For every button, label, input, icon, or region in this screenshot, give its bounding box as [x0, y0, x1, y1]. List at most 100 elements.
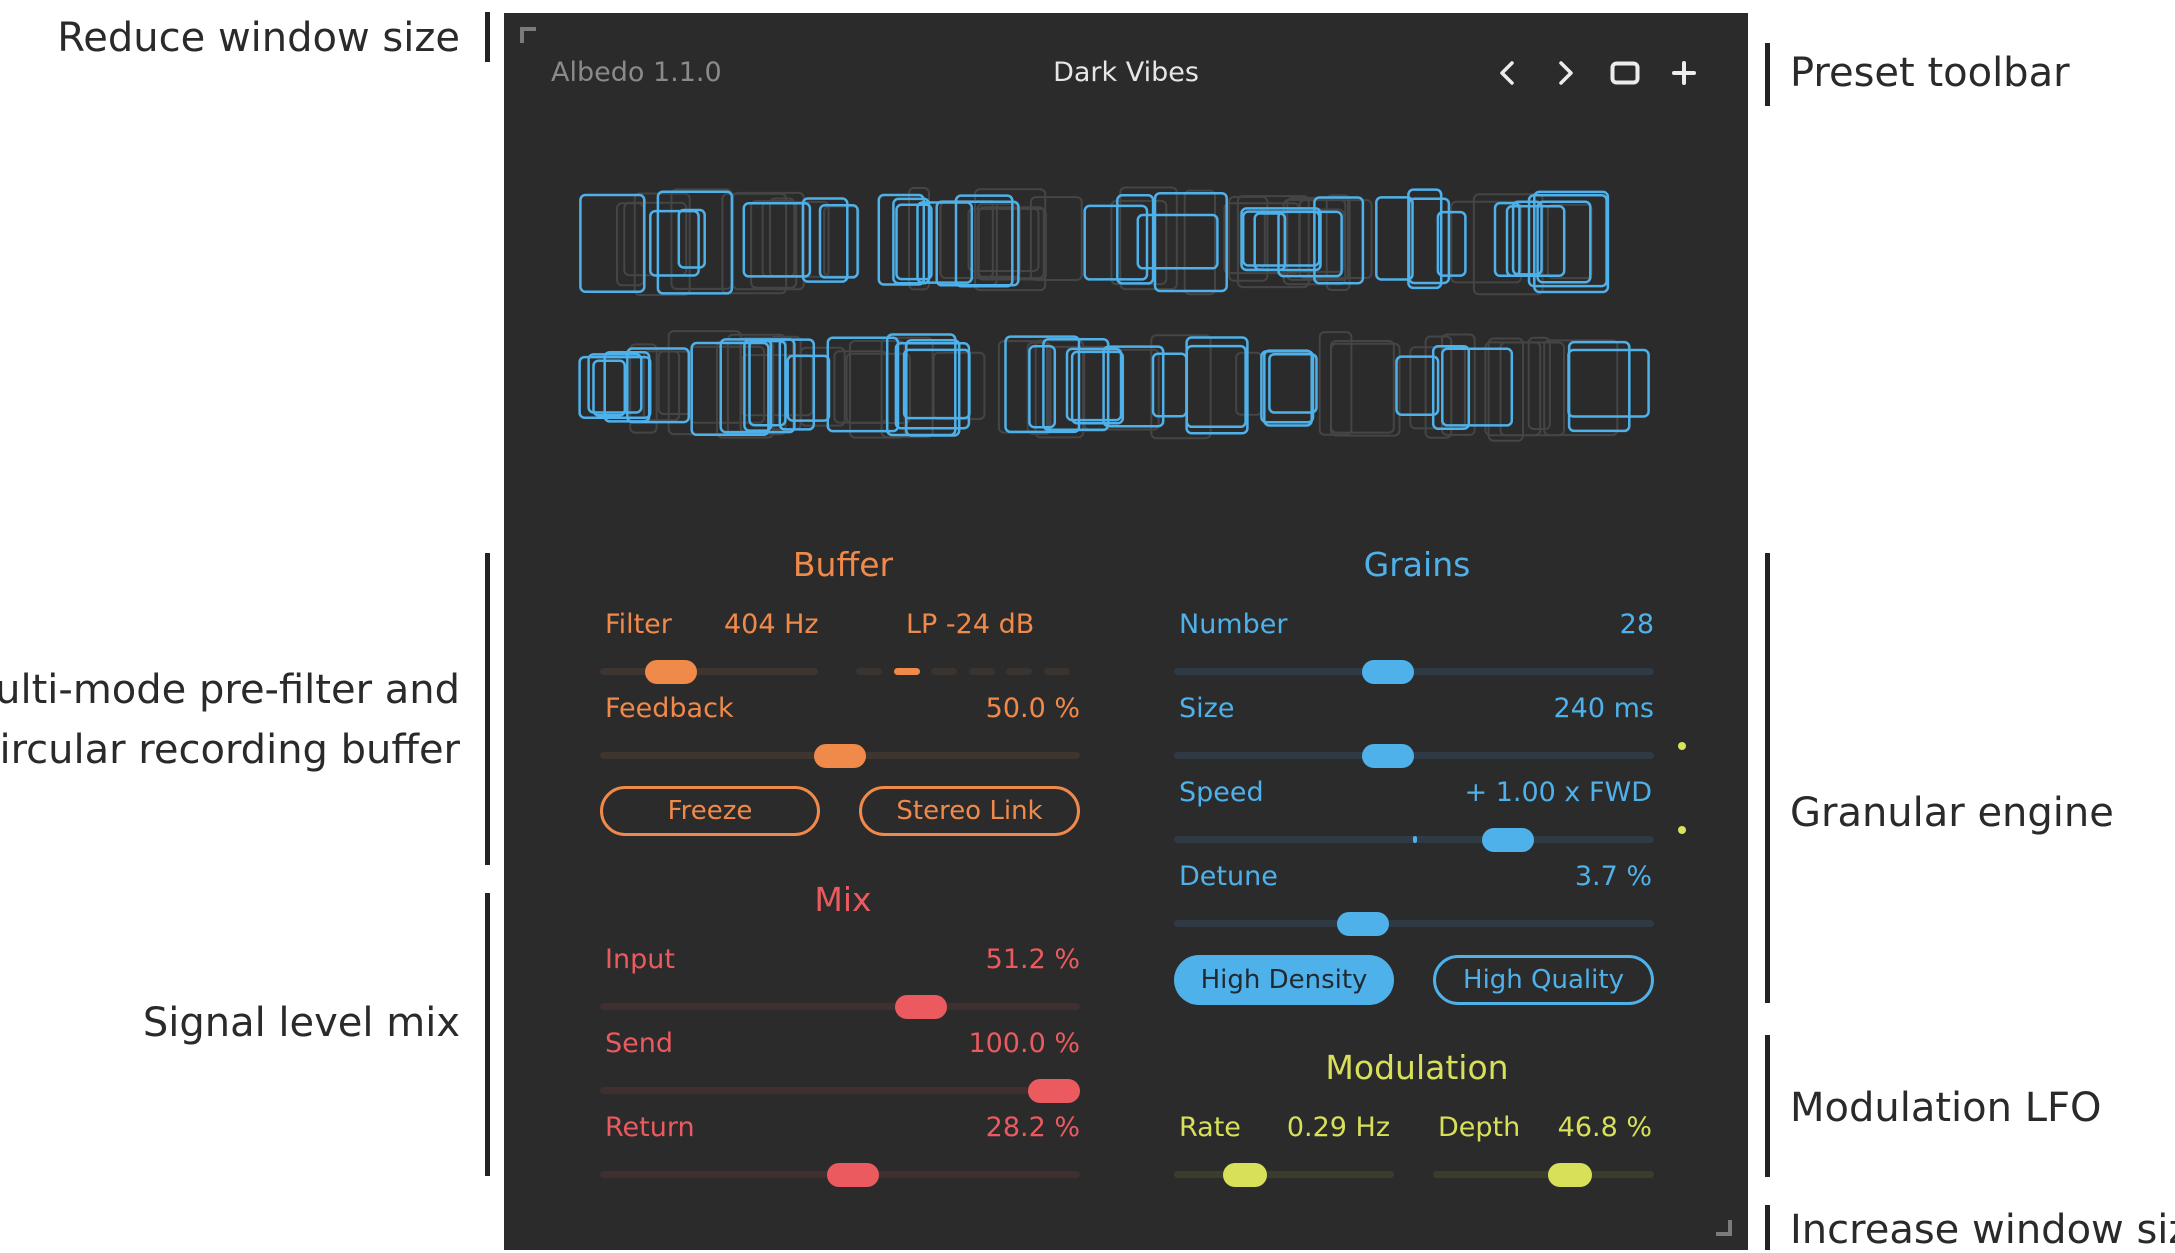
grain-shadow [769, 197, 796, 278]
feedback-label: Feedback [605, 693, 734, 724]
annotation-granular-engine: Granular engine [1790, 790, 2114, 836]
stereo-link-button[interactable]: Stereo Link [859, 786, 1080, 836]
send-label: Send [605, 1028, 674, 1059]
filter-mode-segment[interactable] [968, 668, 995, 675]
grain-shadow [726, 333, 787, 436]
modulation-title: Modulation [1325, 1048, 1509, 1087]
grain-shadow [1546, 203, 1593, 280]
grain-shadow [976, 203, 1021, 278]
filter-mode-segment[interactable] [893, 668, 920, 675]
annotation-increase-window: Increase window size [1790, 1207, 2175, 1253]
grain-shadow [833, 350, 888, 424]
filter-mode-segment[interactable] [1006, 668, 1032, 675]
grain-shadow [1499, 341, 1565, 437]
filter-label: Filter [605, 609, 672, 640]
detune-value: 3.7 % [1574, 861, 1652, 892]
size-modulation-indicator [1678, 742, 1686, 750]
grain-shadow [1330, 342, 1401, 437]
annotation-line-signal-mix [485, 893, 490, 1176]
grain [818, 203, 859, 279]
return-slider-thumb[interactable] [826, 1163, 879, 1187]
rate-slider-track[interactable] [1174, 1171, 1394, 1178]
grain-shadow [750, 200, 798, 289]
filter-slider-thumb[interactable] [644, 660, 697, 684]
send-value: 100.0 % [968, 1028, 1080, 1059]
grain-visualizer [578, 186, 1650, 442]
send-slider-thumb[interactable] [1028, 1079, 1080, 1103]
grain [1185, 336, 1249, 435]
grain-shadow [1183, 189, 1217, 296]
number-value: 28 [1619, 609, 1654, 640]
depth-slider-track[interactable] [1433, 1171, 1654, 1178]
annotation-line-increase [1765, 1205, 1770, 1250]
mix-title: Mix [814, 880, 872, 919]
grain [656, 190, 734, 295]
annotation-reduce-window: Reduce window size [57, 15, 460, 61]
annotation-line-prefilter [485, 553, 490, 865]
rate-label: Rate [1179, 1112, 1241, 1143]
grain-shadow [1543, 339, 1619, 437]
annotation-line-granular [1765, 553, 1770, 1003]
feedback-value: 50.0 % [985, 693, 1080, 724]
filter-mode-segment[interactable] [931, 668, 957, 675]
grains-title: Grains [1363, 545, 1471, 584]
grain [677, 208, 706, 269]
speed-slider-thumb[interactable] [1482, 828, 1535, 852]
size-value: 240 ms [1553, 693, 1655, 724]
grain-shadow [657, 350, 693, 415]
freeze-button[interactable]: Freeze [600, 786, 820, 836]
feedback-slider-thumb[interactable] [814, 744, 866, 768]
high-density-button[interactable]: High Density [1174, 955, 1394, 1005]
return-label: Return [605, 1112, 695, 1143]
grain [742, 202, 812, 278]
increase-window-size-handle[interactable] [1716, 1220, 1732, 1236]
input-slider-thumb[interactable] [895, 995, 948, 1019]
number-slider-thumb[interactable] [1362, 660, 1415, 684]
input-value: 51.2 % [985, 944, 1080, 975]
annotation-signal-mix: Signal level mix [142, 1000, 460, 1046]
grain [592, 359, 627, 417]
detune-slider-thumb[interactable] [1336, 912, 1389, 936]
buffer-title: Buffer [792, 545, 894, 584]
grain [1505, 205, 1566, 277]
grain [916, 201, 974, 284]
rate-slider-thumb[interactable] [1223, 1163, 1268, 1187]
grain-shadow [1119, 186, 1178, 291]
grain-shadow [799, 346, 846, 427]
grain-shadow [1235, 351, 1263, 416]
grain [1395, 355, 1440, 416]
speed-center-marker [1413, 836, 1417, 843]
filter-mode-segment[interactable] [1043, 668, 1070, 675]
grain [690, 341, 770, 437]
detune-label: Detune [1179, 861, 1278, 892]
grain [587, 353, 643, 414]
grain [1375, 196, 1414, 281]
grain [578, 355, 652, 419]
size-slider-thumb[interactable] [1362, 744, 1415, 768]
send-slider-track[interactable] [600, 1087, 1080, 1094]
speed-modulation-indicator [1678, 826, 1686, 834]
speed-label: Speed [1179, 777, 1264, 808]
grain-shadow [1318, 331, 1353, 436]
filter-slider-track[interactable] [600, 668, 818, 675]
annotation-prefilter-line2: circular recording buffer [0, 727, 460, 773]
annotation-line-preset-toolbar [1765, 43, 1770, 106]
annotation-line-modulation [1765, 1035, 1770, 1177]
depth-slider-thumb[interactable] [1548, 1163, 1593, 1187]
grain-shadow [1150, 334, 1212, 440]
depth-value: 46.8 % [1557, 1112, 1652, 1143]
grain-shadow [740, 354, 814, 417]
input-slider-track[interactable] [600, 1003, 1080, 1010]
grain [1268, 352, 1318, 414]
grain [1567, 348, 1650, 418]
grain-shadow [845, 352, 911, 425]
detune-slider-track[interactable] [1174, 920, 1654, 927]
grain-shadow [939, 201, 994, 279]
high-quality-button[interactable]: High Quality [1433, 955, 1654, 1005]
filter-mode-segment[interactable] [856, 668, 882, 675]
grain [1263, 349, 1313, 427]
annotation-preset-toolbar: Preset toolbar [1790, 50, 2070, 96]
grain [1253, 212, 1287, 271]
input-label: Input [605, 944, 675, 975]
size-label: Size [1179, 693, 1235, 724]
